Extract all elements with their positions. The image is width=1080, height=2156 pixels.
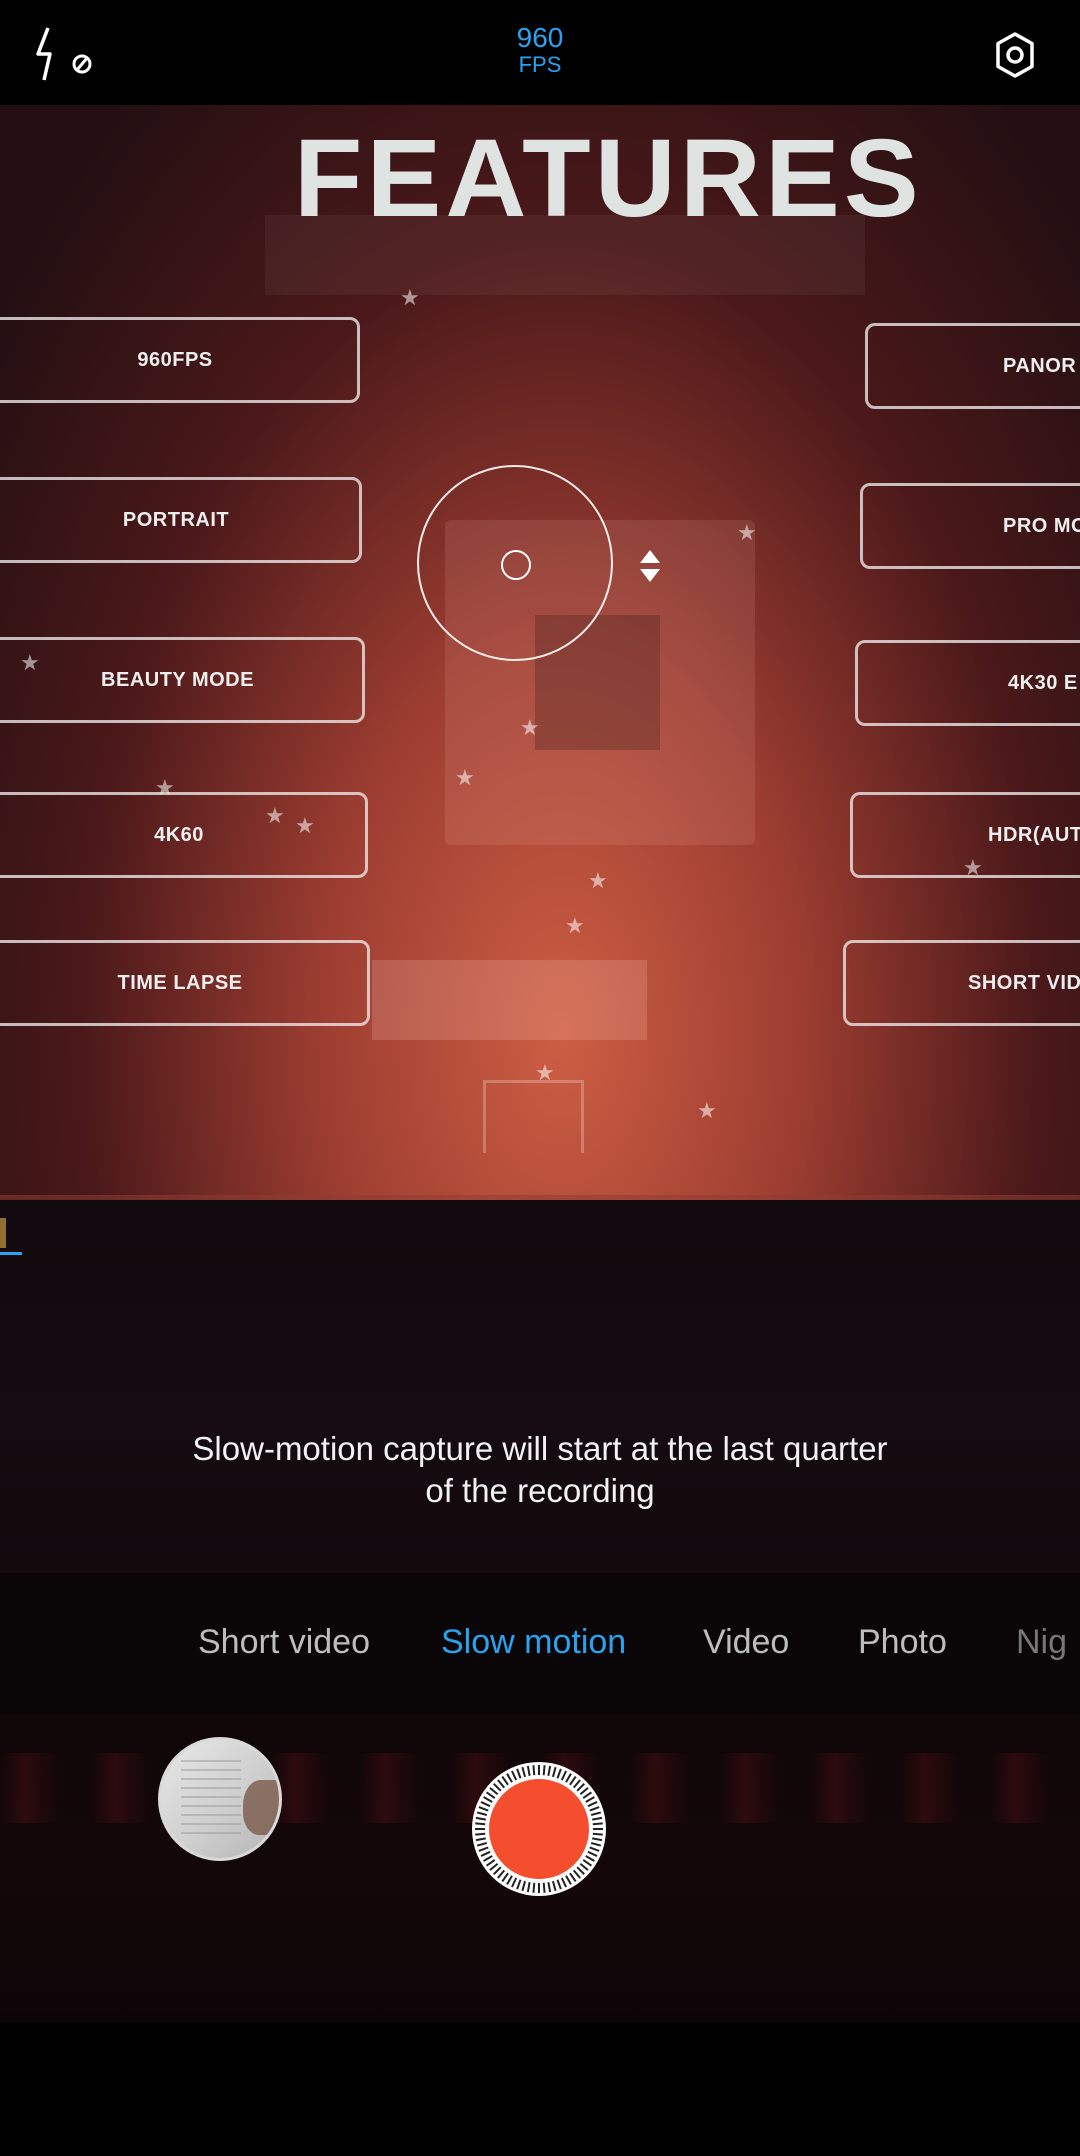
features-title: FEATURES xyxy=(293,117,923,240)
mode-night[interactable]: Nig xyxy=(1016,1623,1067,1662)
feature-label: PANOR xyxy=(865,323,1080,409)
feature-label: PRO MO xyxy=(860,483,1080,569)
mode-video[interactable]: Video xyxy=(703,1623,789,1662)
feature-label: BEAUTY MODE xyxy=(0,637,365,723)
fps-number: 960 xyxy=(516,22,564,53)
fps-indicator[interactable]: 960 FPS xyxy=(490,24,590,76)
flash-off-icon[interactable] xyxy=(34,24,106,84)
gallery-thumbnail[interactable] xyxy=(158,1737,282,1861)
mode-short-video[interactable]: Short video xyxy=(198,1623,370,1662)
feature-label: TIME LAPSE xyxy=(0,940,370,1026)
record-button-core[interactable] xyxy=(489,1779,589,1879)
mode-selector[interactable]: Short video Slow motion Video Photo Nig xyxy=(0,1573,1080,1713)
feature-label: 4K60 xyxy=(0,792,368,878)
feature-label: SHORT VIDE xyxy=(843,940,1080,1026)
focus-center-icon xyxy=(501,550,531,580)
gear-icon[interactable] xyxy=(990,30,1040,80)
slow-motion-hint: Slow-motion capture will start at the la… xyxy=(192,1430,888,1509)
navigation-bar-area xyxy=(0,2023,1080,2156)
feature-label: PORTRAIT xyxy=(0,477,362,563)
mode-slow-motion[interactable]: Slow motion xyxy=(441,1623,626,1662)
exposure-arrows-icon[interactable] xyxy=(636,548,664,584)
camera-viewfinder[interactable]: FEATURES ★ ★ ★ ★ ★ ★ ★ ★ ★ ★ ★ ★ ★ 960FP… xyxy=(0,105,1080,1200)
feature-label: 4K30 E xyxy=(855,640,1080,726)
mode-photo[interactable]: Photo xyxy=(858,1623,947,1662)
top-bar: 960 FPS xyxy=(0,0,1080,105)
zoom-indicator[interactable] xyxy=(0,1252,22,1255)
feature-label: 960FPS xyxy=(0,317,360,403)
feature-label: HDR(AUT xyxy=(850,792,1080,878)
fps-unit: FPS xyxy=(518,52,562,77)
